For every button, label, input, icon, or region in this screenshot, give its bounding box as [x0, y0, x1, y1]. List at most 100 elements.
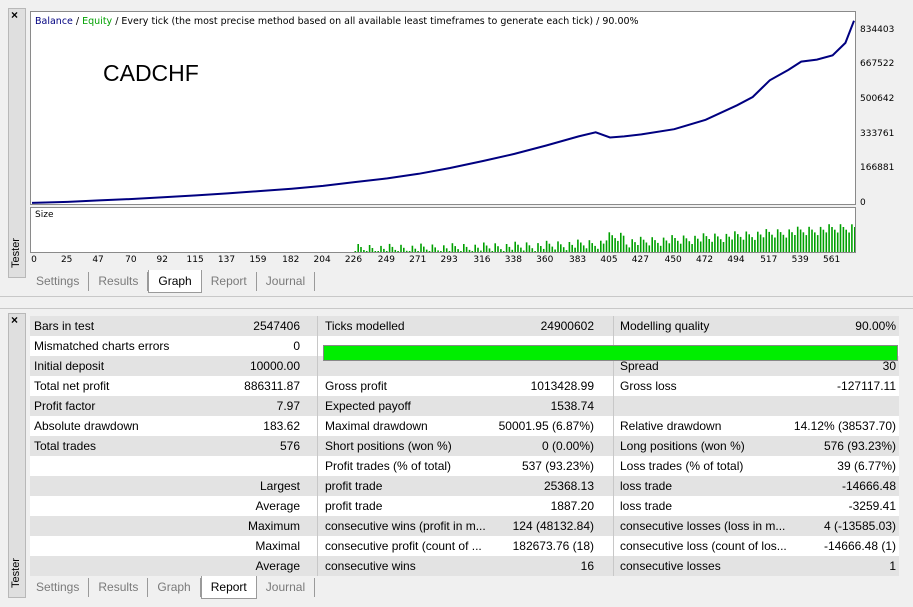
volume-bar	[525, 242, 528, 252]
volume-bar	[385, 251, 388, 252]
volume-bar	[380, 245, 382, 252]
tab-report[interactable]: Report	[200, 576, 257, 599]
volume-bar	[445, 248, 448, 252]
volume-bar	[822, 229, 825, 252]
report-row: Maximal consecutive profit (count of ... 1…	[30, 536, 899, 556]
volume-bar	[560, 244, 562, 252]
volume-bar	[731, 239, 733, 252]
volume-bar	[457, 249, 459, 252]
volume-bar	[554, 249, 556, 252]
volume-bar	[471, 251, 474, 252]
x-tick-label: 293	[440, 255, 458, 265]
report-value-1: 576	[279, 439, 300, 453]
tab-graph[interactable]: Graph	[148, 270, 202, 293]
volume-bar	[451, 243, 454, 252]
report-value-1: Maximal	[255, 539, 300, 553]
report-value-1: 10000.00	[249, 359, 300, 373]
report-value-2: 124 (48132.84)	[512, 519, 594, 533]
x-tick-label: 450	[664, 255, 682, 265]
x-tick-label: 47	[92, 255, 104, 265]
tab-settings[interactable]: Settings	[27, 578, 90, 597]
x-tick-label: 70	[125, 255, 137, 265]
volume-bar	[796, 226, 799, 252]
volume-bar	[580, 242, 582, 252]
volume-bar	[674, 238, 676, 252]
volume-bar	[588, 240, 591, 252]
tab-results[interactable]: Results	[89, 272, 149, 291]
volume-bar	[699, 241, 702, 252]
modelling-quality-bar	[323, 345, 898, 361]
volume-bar	[742, 239, 745, 252]
volume-bar	[639, 236, 642, 252]
tester-label: Tester	[10, 558, 22, 588]
report-value-2: 537 (93.23%)	[521, 459, 594, 473]
volume-bar	[428, 251, 431, 252]
volume-bar	[788, 229, 790, 252]
volume-bar	[465, 246, 468, 252]
x-tick-label: 360	[536, 255, 554, 265]
report-value-3: 576 (93.23%)	[823, 439, 896, 453]
report-value-3: 14.12% (38537.70)	[793, 419, 896, 433]
volume-bar	[851, 224, 853, 252]
report-label-2: Maximal drawdown	[325, 419, 428, 433]
volume-bar	[514, 241, 516, 252]
volume-bar	[565, 250, 568, 252]
report-value-2: 1013428.99	[530, 379, 594, 393]
volume-bar	[759, 234, 762, 252]
volume-bar	[400, 244, 402, 252]
volume-bar	[828, 224, 830, 252]
report-label-3: consecutive losses	[620, 559, 721, 573]
volume-bar	[782, 234, 785, 252]
tab-bar-bottom: Settings Results Graph Report Journal	[27, 576, 316, 599]
panel-splitter[interactable]	[0, 296, 913, 309]
volume-bar	[537, 243, 539, 252]
volume-bar	[480, 250, 482, 252]
volume-bar	[734, 231, 736, 252]
volume-bar	[651, 237, 653, 252]
report-value-2: 1538.74	[550, 399, 594, 413]
volume-bar	[819, 226, 822, 252]
tab-report[interactable]: Report	[202, 272, 257, 291]
volume-bar	[528, 245, 531, 252]
report-label-3: Relative drawdown	[620, 419, 722, 433]
close-icon[interactable]: ×	[11, 314, 18, 326]
volume-bar	[842, 227, 845, 252]
close-icon[interactable]: ×	[11, 9, 18, 21]
report-value-1: 0	[293, 339, 300, 353]
volume-bar	[585, 248, 588, 252]
report-label-3	[620, 396, 790, 416]
x-tick-label: 226	[344, 255, 363, 265]
x-tick-label: 561	[823, 255, 841, 265]
volume-bar	[611, 235, 613, 252]
volume-bar	[582, 245, 585, 252]
report-label-2: profit trade	[325, 479, 383, 493]
balance-chart[interactable]: Balance / Equity / Every tick (the most …	[30, 11, 856, 205]
tab-settings[interactable]: Settings	[27, 272, 90, 291]
report-value-2: 25368.13	[543, 479, 594, 493]
x-tick-label: 494	[727, 255, 745, 265]
volume-bar	[697, 238, 699, 252]
volume-bar	[363, 250, 365, 252]
volume-bar	[505, 244, 508, 252]
report-value-2: 16	[580, 559, 594, 573]
x-tick-label: 204	[313, 255, 331, 265]
volume-bar	[799, 229, 802, 252]
volume-bar	[757, 231, 759, 252]
volume-bar	[371, 248, 374, 252]
volume-bar	[719, 239, 722, 252]
report-value-3: -127117.11	[837, 379, 896, 393]
volume-bar	[816, 235, 819, 252]
volume-bar	[500, 249, 502, 252]
report-label-3: loss trade	[620, 479, 673, 493]
volume-bar	[508, 246, 511, 252]
volume-bar	[665, 240, 668, 252]
volume-bar	[754, 239, 756, 252]
tab-journal[interactable]: Journal	[257, 272, 316, 291]
x-tick-label: 472	[695, 255, 714, 265]
volume-bar	[617, 240, 619, 252]
tab-journal[interactable]: Journal	[257, 578, 316, 597]
volume-bar	[771, 234, 773, 252]
tab-results[interactable]: Results	[89, 578, 149, 597]
volume-bar	[605, 240, 608, 252]
tab-graph[interactable]: Graph	[148, 578, 201, 597]
